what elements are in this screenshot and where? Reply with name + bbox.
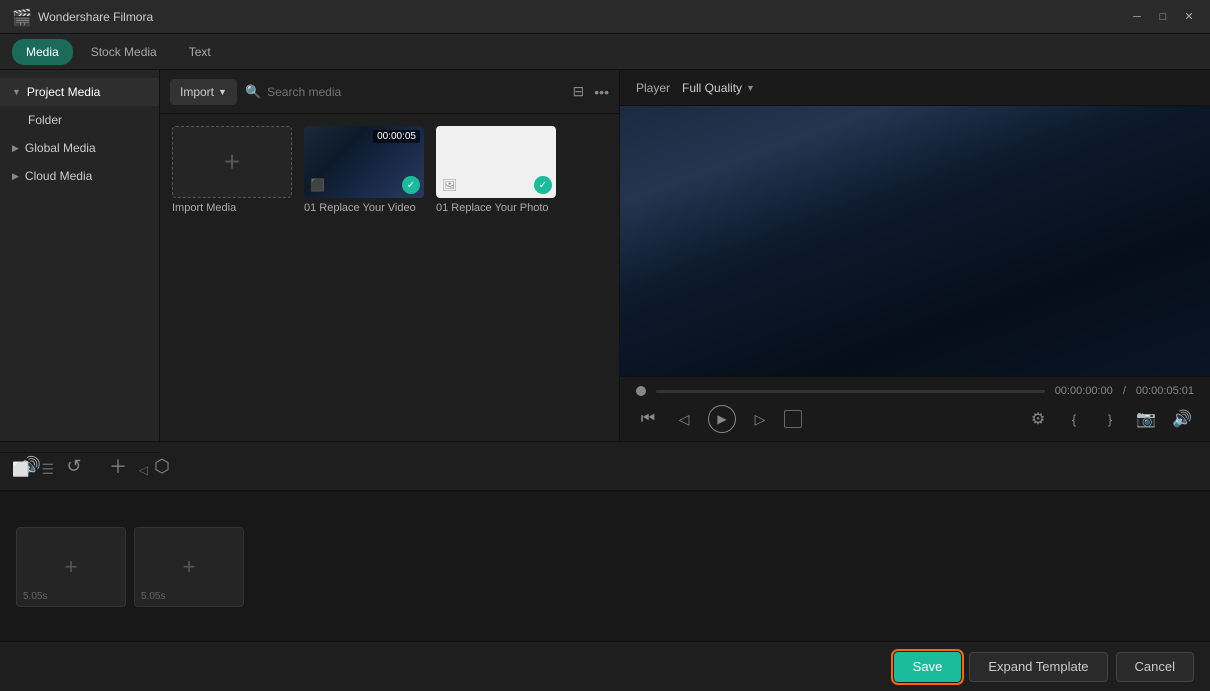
photo-media-item[interactable]: 🖼 ✓ 01 Replace Your Photo bbox=[436, 126, 556, 214]
progress-handle[interactable] bbox=[636, 386, 646, 396]
image-file-icon: 🖼 bbox=[442, 178, 457, 192]
timeline-clip-2[interactable]: + 5.05s bbox=[134, 527, 244, 607]
action-bar: Save Expand Template Cancel bbox=[0, 641, 1210, 691]
player-label: Player bbox=[636, 81, 670, 95]
app-title: Wondershare Filmora bbox=[38, 10, 1128, 24]
player-controls-bar: 00:00:00:00 / 00:00:05:01 ⏮ ◁ ▶ ▷ ⚙ { } … bbox=[620, 376, 1210, 441]
tab-bar: Media Stock Media Text bbox=[0, 34, 1210, 70]
screenshot-icon[interactable]: 📷 bbox=[1134, 407, 1158, 431]
import-media-label: Import Media bbox=[172, 202, 292, 214]
progress-track[interactable] bbox=[656, 390, 1045, 393]
current-time: 00:00:00:00 bbox=[1055, 385, 1113, 397]
save-button[interactable]: Save bbox=[894, 652, 962, 682]
arrow-icon: ▶ bbox=[12, 171, 19, 182]
video-file-icon: ⬛ bbox=[310, 178, 325, 192]
filter-icon[interactable]: ⊟ bbox=[573, 83, 585, 100]
sidebar-item-global-media[interactable]: ▶ Global Media bbox=[0, 134, 159, 162]
progress-row: 00:00:00:00 / 00:00:05:01 bbox=[636, 385, 1194, 397]
import-button[interactable]: Import ▼ bbox=[170, 79, 237, 105]
more-options-icon[interactable]: ••• bbox=[594, 84, 609, 100]
arrow-icon: ▶ bbox=[12, 143, 19, 154]
titlebar: 🎬 Wondershare Filmora ─ □ ✕ bbox=[0, 0, 1210, 34]
volume-icon[interactable]: 🔊 bbox=[1170, 407, 1194, 431]
bottom-toolbar: 🔊 ↺ ＋ ⬡ bbox=[0, 441, 1210, 491]
search-icon: 🔍 bbox=[245, 84, 261, 100]
total-time: 00:00:05:01 bbox=[1136, 385, 1194, 397]
media-toolbar-icons: ⊟ ••• bbox=[573, 83, 609, 100]
video-media-item[interactable]: 00:00:05 ⬛ ✓ 01 Replace Your Video bbox=[304, 126, 424, 214]
window-controls: ─ □ ✕ bbox=[1128, 8, 1198, 26]
photo-check-badge: ✓ bbox=[534, 176, 552, 194]
sidebar: ▼ Project Media Folder ▶ Global Media ▶ … bbox=[0, 70, 160, 441]
photo-thumb: 🖼 ✓ bbox=[436, 126, 556, 198]
cancel-button[interactable]: Cancel bbox=[1116, 652, 1194, 682]
player-header: Player Full Quality ▼ bbox=[620, 70, 1210, 106]
timeline: + 5.05s + 5.05s bbox=[0, 491, 1210, 641]
sidebar-item-project-media[interactable]: ▼ Project Media bbox=[0, 78, 159, 106]
expand-template-button[interactable]: Expand Template bbox=[969, 652, 1107, 682]
search-input[interactable] bbox=[267, 85, 564, 99]
clip-2-duration: 5.05s bbox=[141, 591, 165, 602]
time-separator: / bbox=[1123, 385, 1126, 397]
maximize-button[interactable]: □ bbox=[1154, 8, 1172, 26]
step-forward-button[interactable]: ▷ bbox=[748, 407, 772, 431]
clip-1-duration: 5.05s bbox=[23, 591, 47, 602]
app-logo: 🎬 bbox=[12, 8, 30, 26]
duration-badge: 00:00:05 bbox=[373, 130, 420, 143]
minimize-button[interactable]: ─ bbox=[1128, 8, 1146, 26]
main-layout: ▼ Project Media Folder ▶ Global Media ▶ … bbox=[0, 70, 1210, 441]
video-media-label: 01 Replace Your Video bbox=[304, 202, 424, 214]
tab-media[interactable]: Media bbox=[12, 39, 73, 65]
quality-select[interactable]: Full Quality ▼ bbox=[682, 81, 755, 95]
settings-icon[interactable]: ⚙ bbox=[1026, 407, 1050, 431]
player-video bbox=[620, 106, 1210, 376]
sidebar-item-folder[interactable]: Folder bbox=[0, 106, 159, 134]
player-video-background bbox=[620, 106, 1210, 376]
dropdown-arrow-icon: ▼ bbox=[218, 87, 227, 97]
play-button[interactable]: ▶ bbox=[708, 405, 736, 433]
close-button[interactable]: ✕ bbox=[1180, 8, 1198, 26]
import-thumb: + bbox=[172, 126, 292, 198]
playback-controls: ⏮ ◁ ▶ ▷ bbox=[636, 405, 802, 433]
import-media-item[interactable]: + Import Media bbox=[172, 126, 292, 214]
media-panel: Import ▼ 🔍 ⊟ ••• + Import Media bbox=[160, 70, 620, 441]
search-box: 🔍 bbox=[245, 84, 565, 100]
sidebar-item-cloud-media[interactable]: ▶ Cloud Media bbox=[0, 162, 159, 190]
player-options: ⚙ { } 📷 🔊 bbox=[1026, 407, 1194, 431]
tab-stock-media[interactable]: Stock Media bbox=[77, 39, 171, 65]
quality-dropdown-icon: ▼ bbox=[746, 83, 755, 93]
mark-in-icon[interactable]: { bbox=[1062, 407, 1086, 431]
clip-add-icon: + bbox=[183, 554, 196, 580]
video-thumb: 00:00:05 ⬛ ✓ bbox=[304, 126, 424, 198]
photo-media-label: 01 Replace Your Photo bbox=[436, 202, 556, 214]
rewind-button[interactable]: ⏮ bbox=[636, 407, 660, 431]
controls-row: ⏮ ◁ ▶ ▷ ⚙ { } 📷 🔊 bbox=[636, 405, 1194, 433]
media-toolbar: Import ▼ 🔍 ⊟ ••• bbox=[160, 70, 619, 114]
step-back-button[interactable]: ◁ bbox=[672, 407, 696, 431]
tab-text[interactable]: Text bbox=[175, 39, 225, 65]
timeline-clip-1[interactable]: + 5.05s bbox=[16, 527, 126, 607]
check-badge: ✓ bbox=[402, 176, 420, 194]
plus-icon: + bbox=[224, 146, 240, 178]
media-grid: + Import Media 00:00:05 ⬛ ✓ 01 Replace Y… bbox=[160, 114, 619, 441]
clip-add-icon: + bbox=[65, 554, 78, 580]
player-panel: Player Full Quality ▼ 00:00:00:00 / 00:0… bbox=[620, 70, 1210, 441]
stop-button[interactable] bbox=[784, 410, 802, 428]
mark-out-icon[interactable]: } bbox=[1098, 407, 1122, 431]
arrow-icon: ▼ bbox=[12, 87, 21, 97]
